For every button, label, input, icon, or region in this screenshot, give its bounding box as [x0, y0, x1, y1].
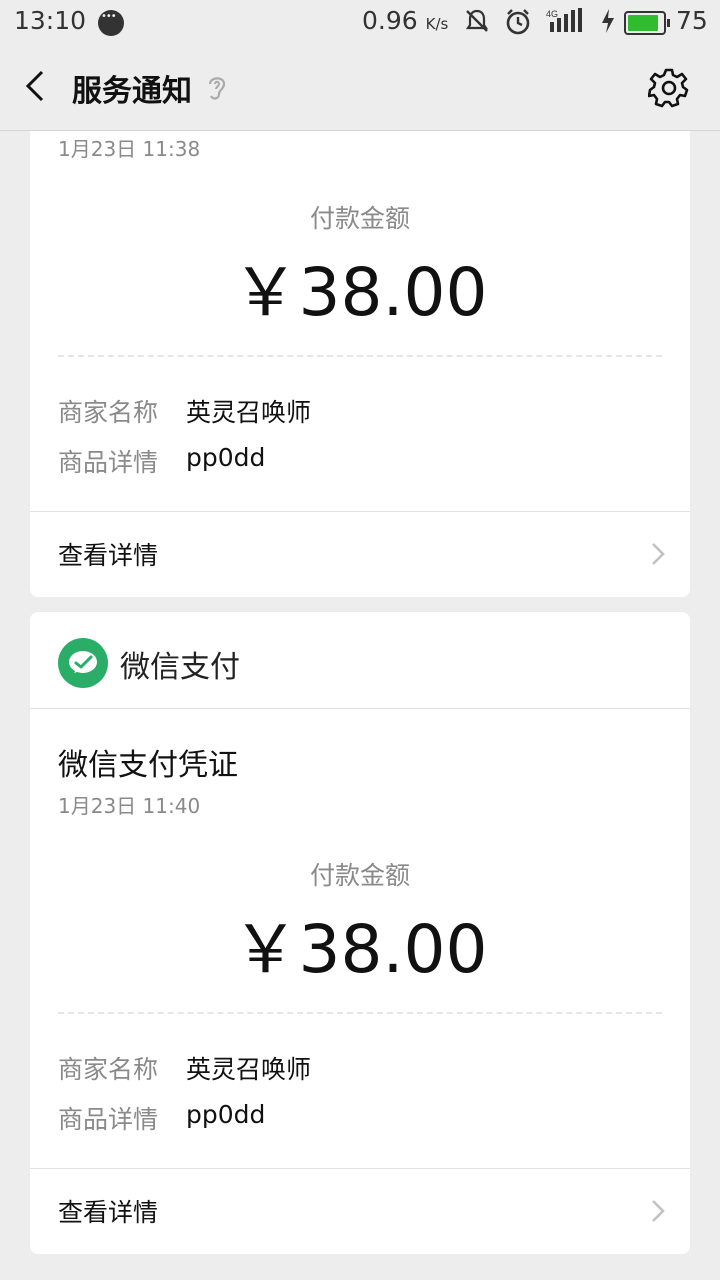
amount-value: ￥38.00: [232, 911, 488, 988]
card-header[interactable]: 微信支付: [30, 612, 690, 709]
battery-icon: [624, 11, 670, 35]
amount-value: ￥38.00: [232, 254, 488, 331]
amount-label: 付款金额: [309, 204, 410, 233]
payment-card: 1月23日 11:38 付款金额 ￥38.00 商家名称 英灵召唤师 商品详情 …: [30, 131, 690, 597]
alarm-icon: [504, 8, 532, 42]
navigation-bar: 服务通知: [0, 44, 720, 131]
product-value: pp0dd: [186, 443, 266, 472]
merchant-value: 英灵召唤师: [186, 398, 312, 427]
receipt-time: 1月23日 11:38: [58, 137, 201, 161]
view-details-row[interactable]: 查看详情: [30, 1168, 690, 1255]
amount-label: 付款金额: [309, 861, 410, 890]
product-label: 商品详情: [58, 1105, 159, 1134]
network-speed: 0.96 K/s: [362, 6, 448, 35]
status-bar: 13:10 0.96 K/s 4G 75: [0, 0, 720, 44]
merchant-value: 英灵召唤师: [186, 1055, 312, 1084]
message-notification-icon: [98, 10, 124, 36]
ear-icon: [204, 72, 230, 102]
signal-icon: 4G: [546, 8, 586, 40]
chevron-right-icon: [650, 1199, 666, 1223]
chevron-right-icon: [650, 542, 666, 566]
merchant-label: 商家名称: [58, 398, 159, 427]
network-type-label: 4G: [546, 9, 558, 19]
payment-card: 微信支付 微信支付凭证 1月23日 11:40 付款金额 ￥38.00 商家名称…: [30, 612, 690, 1254]
product-value: pp0dd: [186, 1100, 266, 1129]
mute-icon: [464, 8, 490, 40]
dashed-divider: [58, 1012, 662, 1014]
card-header-label: 微信支付: [120, 650, 240, 685]
settings-icon[interactable]: [647, 66, 690, 108]
wechat-pay-logo-icon: [58, 638, 108, 688]
network-speed-unit: K/s: [425, 15, 449, 33]
view-details-row[interactable]: 查看详情: [30, 511, 690, 598]
notification-list[interactable]: 1月23日 11:38 付款金额 ￥38.00 商家名称 英灵召唤师 商品详情 …: [0, 131, 720, 1280]
product-label: 商品详情: [58, 448, 159, 477]
receipt-time: 1月23日 11:40: [58, 794, 201, 818]
merchant-label: 商家名称: [58, 1055, 159, 1084]
page-title: 服务通知: [72, 74, 192, 109]
dashed-divider: [58, 355, 662, 357]
view-details-label: 查看详情: [58, 1198, 159, 1227]
network-speed-value: 0.96: [362, 6, 418, 35]
view-details-label: 查看详情: [58, 541, 159, 570]
back-icon[interactable]: [18, 66, 58, 106]
charging-icon: [600, 8, 616, 40]
receipt-title: 微信支付凭证: [58, 748, 238, 783]
status-time: 13:10: [14, 6, 87, 35]
battery-level: 75: [676, 6, 708, 35]
